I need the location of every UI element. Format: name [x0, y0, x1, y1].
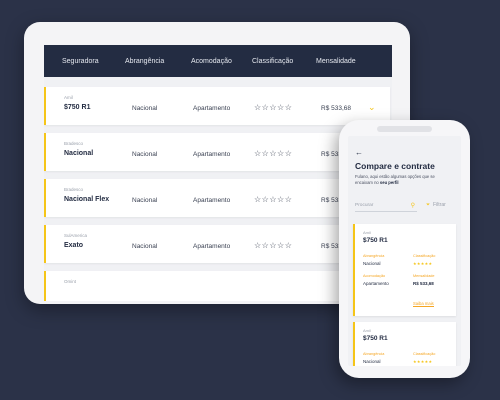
coverage-value: Nacional: [132, 197, 158, 204]
accommodation-label: Acomodação: [363, 274, 386, 278]
rating-stars: ☆☆☆☆☆: [254, 195, 293, 204]
price-label: Mensalidade: [413, 274, 435, 278]
filter-button[interactable]: ⏷ Filtrar: [426, 202, 446, 208]
insurer-name: Amil: [363, 328, 371, 333]
insurer-name: Bradesco: [64, 141, 84, 146]
accommodation-value: Apartamento: [193, 151, 231, 158]
more-info-link[interactable]: Saiba mais: [413, 301, 434, 307]
plan-card[interactable]: Amil $750 R1 Abrangência Nacional Classi…: [353, 322, 456, 366]
rating-stars: ★★★★★: [413, 261, 433, 266]
page-subtitle: Fulano, aqui estão algumas opções que se…: [355, 174, 435, 185]
arrow-left-icon[interactable]: ←: [355, 148, 363, 157]
insurer-name: Amil: [363, 230, 371, 235]
plan-name: $750 R1: [363, 335, 388, 342]
plan-name: Exato: [64, 242, 84, 249]
plan-name: Nacional: [64, 150, 94, 157]
page-title: Compare e contrate: [355, 161, 435, 171]
price-value: R$ 533,68: [321, 105, 351, 112]
rating-stars: ☆☆☆☆☆: [254, 103, 293, 112]
header-rating: Classificação: [252, 58, 294, 65]
plan-name: $750 R1: [363, 237, 388, 244]
plan-name: Nacional Flex: [64, 196, 110, 203]
coverage-value: Nacional: [132, 243, 158, 250]
table-row[interactable]: Amil $750 R1 Nacional Apartamento ☆☆☆☆☆ …: [44, 87, 390, 125]
phone-device: ← Compare e contrate Fulano, aqui estão …: [339, 120, 470, 378]
search-input[interactable]: Procurar ⚲: [355, 201, 417, 212]
accommodation-value: Apartamento: [363, 281, 389, 286]
rating-stars: ★★★★★: [413, 359, 433, 364]
phone-screen: ← Compare e contrate Fulano, aqui estão …: [348, 136, 461, 366]
rating-stars: ☆☆☆☆☆: [254, 149, 293, 158]
rating-label: Classificação: [413, 352, 436, 356]
coverage-label: Abrangência: [363, 254, 385, 258]
coverage-value: Nacional: [132, 151, 158, 158]
subtitle-highlight: seu perfil: [379, 179, 399, 185]
coverage-value: Nacional: [132, 105, 158, 112]
insurer-name: SulAmerica: [64, 233, 88, 238]
insurer-name: Bradesco: [64, 187, 84, 192]
phone-notch: [377, 126, 432, 132]
accommodation-value: Apartamento: [193, 243, 231, 250]
coverage-value: Nacional: [363, 261, 381, 266]
filter-label: Filtrar: [433, 202, 446, 208]
accommodation-value: Apartamento: [193, 197, 231, 204]
chevron-down-icon[interactable]: ⌄: [368, 102, 376, 113]
header-coverage: Abrangência: [125, 58, 165, 65]
header-price: Mensalidade: [316, 58, 356, 65]
header-accommodation: Acomodação: [191, 58, 232, 65]
price-value: R$ 533,68: [413, 281, 434, 286]
insurer-name: Omint: [64, 279, 77, 284]
accommodation-value: Apartamento: [193, 105, 231, 112]
rating-stars: ☆☆☆☆☆: [254, 241, 293, 250]
rating-label: Classificação: [413, 254, 436, 258]
plan-card[interactable]: Amil $750 R1 Abrangência Nacional Classi…: [353, 224, 456, 316]
insurer-name: Amil: [64, 95, 73, 100]
search-icon: ⚲: [410, 203, 415, 209]
search-placeholder: Procurar: [355, 203, 374, 208]
header-insurer: Seguradora: [62, 58, 99, 65]
coverage-label: Abrangência: [363, 352, 385, 356]
filter-icon: ⏷: [426, 202, 431, 208]
coverage-value: Nacional: [363, 359, 381, 364]
plan-name: $750 R1: [64, 104, 91, 111]
